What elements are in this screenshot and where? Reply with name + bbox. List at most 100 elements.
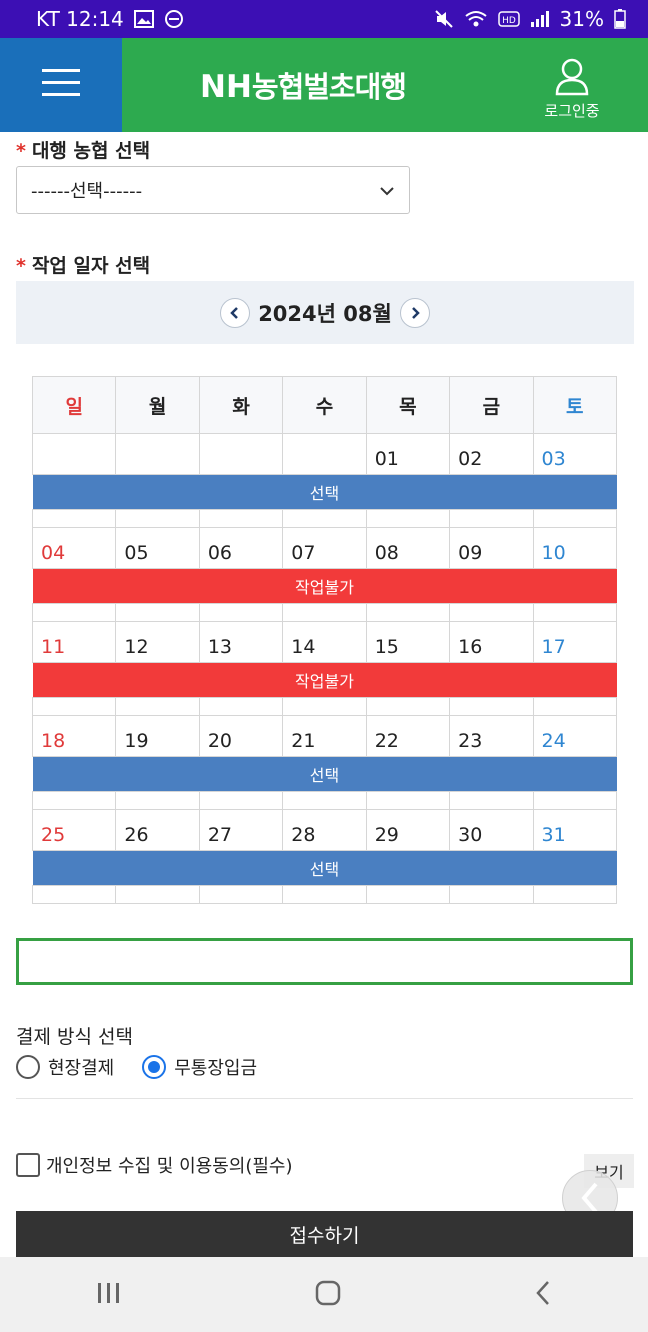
calendar-day[interactable]: 25 — [31, 809, 117, 851]
calendar-spacer-cell — [365, 603, 451, 622]
menu-button[interactable] — [0, 38, 122, 132]
calendar-day[interactable]: 17 — [532, 621, 618, 663]
calendar-day[interactable]: 01 — [365, 433, 451, 475]
calendar-day[interactable]: 06 — [198, 527, 284, 569]
calendar-day[interactable]: 04 — [31, 527, 117, 569]
calendar-day[interactable]: 16 — [449, 621, 534, 663]
calendar-spacer-cell — [365, 509, 451, 528]
calendar-day[interactable]: 29 — [365, 809, 451, 851]
calendar-spacer-cell — [31, 603, 117, 622]
home-button[interactable] — [314, 1279, 342, 1311]
calendar-day[interactable]: 07 — [282, 527, 367, 569]
calendar-spacer-cell — [365, 885, 451, 904]
calendar-spacer-cell — [198, 791, 284, 810]
chevron-left-icon — [581, 1182, 598, 1214]
calendar-spacer-cell — [198, 603, 284, 622]
battery-icon — [614, 9, 626, 29]
agency-select[interactable]: ------선택------ — [16, 166, 410, 214]
date-label-text: 작업 일자 선택 — [31, 255, 151, 277]
calendar-day[interactable]: 15 — [365, 621, 451, 663]
calendar-day[interactable]: 09 — [449, 527, 534, 569]
calendar-day[interactable]: 22 — [365, 715, 451, 757]
calendar-spacer-cell — [365, 697, 451, 716]
calendar-spacer-cell — [198, 697, 284, 716]
calendar-day[interactable]: 28 — [282, 809, 367, 851]
calendar-day[interactable]: 12 — [115, 621, 200, 663]
week-select-button[interactable]: 선택 — [32, 474, 617, 510]
calendar-day[interactable]: 18 — [31, 715, 117, 757]
calendar-day[interactable]: 21 — [282, 715, 367, 757]
calendar-day — [115, 433, 200, 475]
calendar-week-dates: 25 26 27 28 29 30 31 — [31, 809, 618, 851]
calendar-day[interactable]: 23 — [449, 715, 534, 757]
calendar-day[interactable]: 31 — [532, 809, 618, 851]
calendar-spacer-cell — [198, 509, 284, 528]
back-icon — [536, 1280, 549, 1305]
calendar-day[interactable]: 24 — [532, 715, 618, 757]
divider — [16, 1098, 633, 1099]
logo-text: 농협벌초대행 — [251, 70, 407, 104]
payment-option-onsite[interactable]: 현장결제 — [16, 1054, 114, 1080]
calendar-spacer-cell — [282, 697, 367, 716]
battery-text: 31% — [559, 7, 604, 31]
calendar-day[interactable]: 08 — [365, 527, 451, 569]
calendar-day[interactable]: 13 — [198, 621, 284, 663]
system-navigation-bar — [0, 1257, 648, 1332]
radio-bank-transfer[interactable] — [142, 1055, 167, 1079]
svg-text:HD: HD — [502, 16, 516, 26]
signal-icon — [530, 10, 550, 28]
calendar-week-spacer — [31, 603, 618, 622]
week-select-button[interactable]: 선택 — [32, 850, 617, 886]
payment-options: 현장결제 무통장입금 — [16, 1054, 257, 1080]
calendar-spacer-cell — [449, 697, 534, 716]
calendar-day[interactable]: 19 — [115, 715, 200, 757]
weekday-header: 수 — [282, 376, 367, 434]
gallery-icon — [133, 10, 154, 28]
user-icon — [555, 58, 589, 100]
calendar-day[interactable]: 14 — [282, 621, 367, 663]
calendar-spacer-cell — [31, 509, 117, 528]
do-not-disturb-icon — [164, 9, 184, 29]
calendar-week-spacer — [31, 885, 618, 904]
agency-label-text: 대행 농협 선택 — [31, 140, 151, 162]
calendar-day[interactable]: 26 — [115, 809, 200, 851]
radio-onsite[interactable] — [16, 1055, 40, 1079]
required-mark: * — [16, 140, 26, 162]
calendar-day[interactable]: 20 — [198, 715, 284, 757]
login-status-button[interactable]: 로그인중 — [532, 58, 612, 121]
calendar-day[interactable]: 27 — [198, 809, 284, 851]
calendar-week-status: 선택 — [32, 474, 617, 510]
calendar-spacer-cell — [115, 885, 200, 904]
calendar-day[interactable]: 10 — [532, 527, 618, 569]
home-icon — [315, 1280, 341, 1305]
prev-month-button[interactable] — [220, 297, 251, 328]
submit-button[interactable]: 접수하기 — [16, 1211, 633, 1257]
calendar-day[interactable]: 11 — [31, 621, 117, 663]
payment-option-bank-transfer[interactable]: 무통장입금 — [142, 1054, 257, 1080]
calendar-day — [282, 433, 367, 475]
weekday-header: 월 — [115, 376, 200, 434]
calendar-day — [31, 433, 117, 475]
privacy-agreement[interactable]: 개인정보 수집 및 이용동의(필수) — [16, 1152, 293, 1178]
app-header: NH농협벌초대행 로그인중 — [0, 38, 648, 132]
calendar-day[interactable]: 03 — [532, 433, 618, 475]
chevron-down-icon — [379, 180, 395, 201]
privacy-checkbox[interactable] — [16, 1153, 40, 1177]
calendar-day[interactable]: 30 — [449, 809, 534, 851]
next-month-button[interactable] — [399, 297, 430, 328]
calendar-spacer-cell — [115, 603, 200, 622]
calendar-spacer-cell — [115, 791, 200, 810]
calendar-day[interactable]: 02 — [449, 433, 534, 475]
calendar-week-status: 작업불가 — [32, 662, 617, 698]
back-button[interactable] — [534, 1279, 552, 1311]
required-mark: * — [16, 255, 26, 277]
app-logo[interactable]: NH농협벌초대행 — [200, 64, 407, 106]
calendar-day[interactable]: 05 — [115, 527, 200, 569]
week-select-button[interactable]: 선택 — [32, 756, 617, 792]
calendar-spacer-cell — [115, 697, 200, 716]
payment-label: 결제 방식 선택 — [16, 1026, 133, 1048]
calendar-spacer-cell — [532, 603, 618, 622]
calendar-spacer-cell — [365, 791, 451, 810]
login-label: 로그인중 — [544, 102, 600, 120]
recent-apps-button[interactable] — [96, 1281, 122, 1309]
